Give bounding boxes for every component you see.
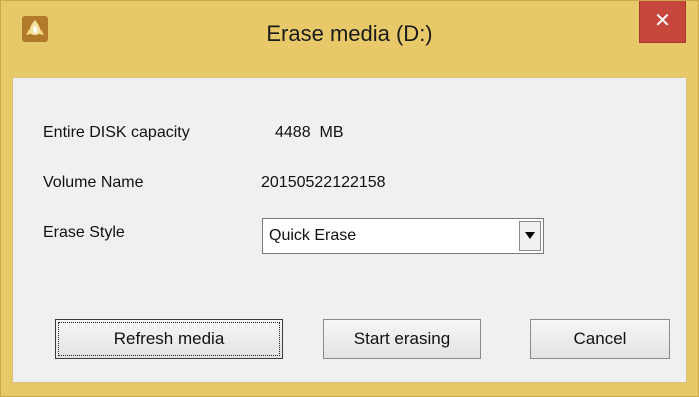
volume-name-label: Volume Name (43, 174, 144, 191)
capacity-label: Entire DISK capacity (43, 124, 190, 141)
dropdown-button[interactable] (519, 221, 541, 251)
volume-name-value: 20150522122158 (261, 174, 386, 191)
erase-style-label: Erase Style (43, 224, 125, 241)
capacity-value: 4488 MB (275, 124, 344, 141)
erase-style-select[interactable]: Quick Erase (262, 218, 544, 254)
cancel-button[interactable]: Cancel (530, 319, 670, 359)
refresh-media-button[interactable]: Refresh media (55, 319, 283, 359)
title-bar[interactable]: Erase media (D:) ✕ (1, 1, 698, 77)
close-icon: ✕ (654, 10, 671, 32)
erase-media-dialog: Erase media (D:) ✕ Entire DISK capacity … (0, 0, 699, 397)
erase-style-selected: Quick Erase (269, 227, 357, 244)
close-button[interactable]: ✕ (639, 1, 686, 43)
chevron-down-icon (525, 232, 535, 239)
window-title: Erase media (D:) (266, 21, 433, 46)
dialog-content: Entire DISK capacity 4488 MB Volume Name… (12, 77, 687, 383)
start-erasing-button[interactable]: Start erasing (323, 319, 481, 359)
